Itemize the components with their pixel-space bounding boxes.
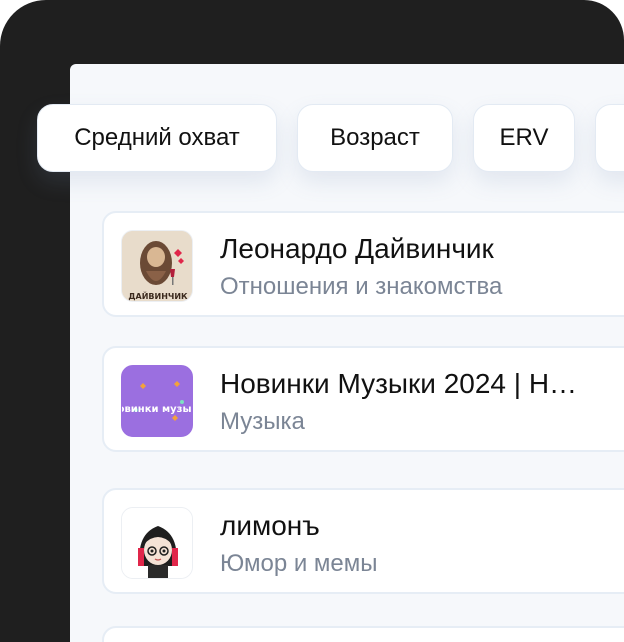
channel-category: Музыка xyxy=(220,408,305,435)
filter-chip-label: Средний охват xyxy=(74,124,240,151)
channel-title: Леонардо Дайвинчик xyxy=(220,233,494,264)
channel-card[interactable]: ДАЙВИНЧИК Леонардо Дайвинчик Отношения и… xyxy=(102,211,624,317)
leonardo-avatar-icon: ДАЙВИНЧИК xyxy=(121,230,193,302)
filter-chip-next[interactable] xyxy=(595,104,624,172)
filter-chip-average-reach[interactable]: Средний охват xyxy=(37,104,277,172)
channel-card[interactable]: лимонъ Юмор и мемы xyxy=(102,488,624,594)
filter-chip-age[interactable]: Возраст xyxy=(297,104,453,172)
channel-title: Новинки Музыки 2024 | Н… xyxy=(220,368,578,399)
channel-card[interactable] xyxy=(102,626,624,642)
music-news-avatar-icon: новинки музыки xyxy=(121,365,193,437)
avatar-caption: новинки музыки xyxy=(122,404,193,415)
channel-title: лимонъ xyxy=(220,510,320,541)
channel-category: Юмор и мемы xyxy=(220,550,378,577)
filter-chip-erv[interactable]: ERV xyxy=(473,104,575,172)
channel-card[interactable]: новинки музыки Новинки Музыки 2024 | Н… … xyxy=(102,346,624,452)
filter-chip-label: ERV xyxy=(499,124,549,151)
channel-category: Отношения и знакомства xyxy=(220,273,503,300)
filter-chip-label: Возраст xyxy=(330,124,420,151)
girl-avatar-icon xyxy=(121,507,193,579)
avatar-caption: ДАЙВИНЧИК xyxy=(128,290,188,301)
